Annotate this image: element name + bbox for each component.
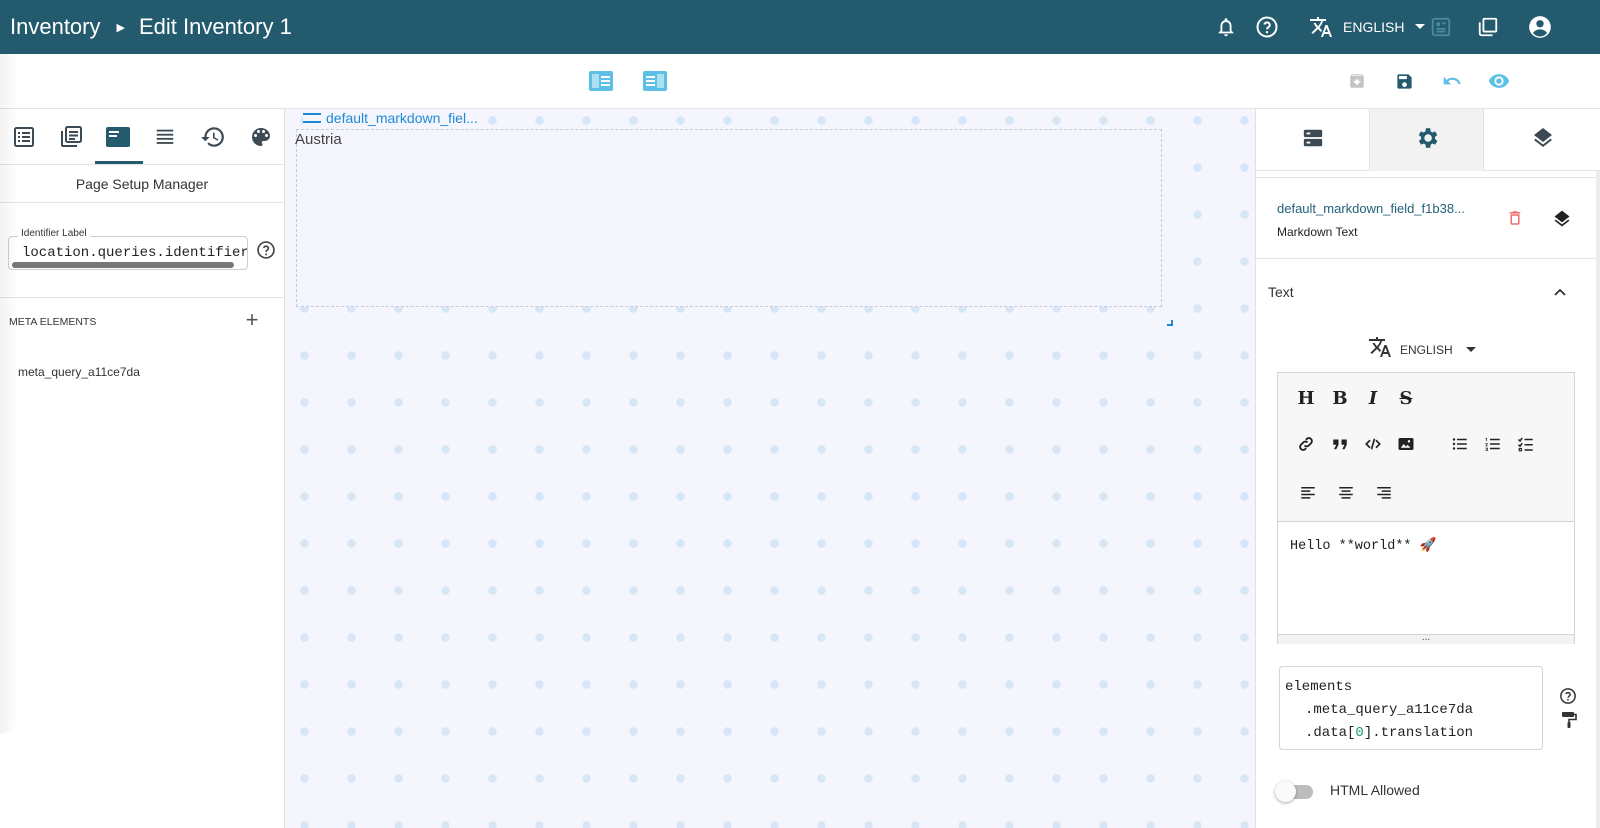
expression-line: .meta_query_a11ce7da — [1305, 702, 1474, 718]
expression-part: .data[ — [1305, 725, 1356, 741]
toggle-left-panel-icon[interactable] — [587, 67, 615, 95]
delete-icon[interactable] — [1506, 209, 1526, 229]
identifier-label: Identifier Label — [18, 228, 90, 239]
language-selector[interactable]: ENGLISH — [1368, 335, 1477, 364]
meta-item[interactable]: meta_query_a11ce7da — [18, 365, 140, 379]
breadcrumb-page: Edit Inventory 1 — [138, 14, 292, 39]
account-icon[interactable] — [1526, 13, 1554, 41]
palette-icon[interactable] — [245, 121, 277, 153]
data-icon — [1302, 127, 1324, 154]
right-panel: default_markdown_field_f1b38... Markdown… — [1255, 109, 1600, 828]
report-icon[interactable] — [1427, 13, 1455, 41]
expression-field[interactable]: elements .meta_query_a11ce7da .data[0].t… — [1279, 666, 1543, 750]
dropdown-icon — [1465, 341, 1477, 359]
bold-button[interactable]: B — [1328, 386, 1352, 410]
language-selector[interactable]: ENGLISH — [1307, 13, 1426, 41]
right-panel-tabs — [1256, 109, 1600, 171]
italic-button[interactable]: I — [1361, 386, 1385, 410]
heading-button[interactable]: H — [1294, 386, 1318, 410]
identifier-value[interactable]: location.queries.identifier — [22, 245, 247, 261]
layers-tab[interactable] — [1484, 109, 1600, 171]
drag-handle-icon[interactable] — [303, 113, 321, 123]
html-allowed-label: HTML Allowed — [1330, 782, 1420, 798]
align-left-icon[interactable] — [1296, 481, 1320, 505]
element-name: default_markdown_field_f1b38... — [1277, 201, 1465, 216]
strikethrough-button[interactable]: S — [1394, 386, 1418, 410]
multiselect-icon[interactable] — [1474, 13, 1502, 41]
meta-elements-title: META ELEMENTS — [9, 316, 97, 328]
element-header: default_markdown_field_f1b38... Markdown… — [1256, 177, 1600, 259]
library-icon[interactable] — [55, 121, 87, 153]
editor-toolbar: H B I S — [1278, 373, 1574, 522]
markdown-editor: H B I S Hello **world** 🚀 ... — [1277, 372, 1575, 644]
dropdown-icon — [1414, 18, 1426, 36]
html-allowed-toggle[interactable] — [1275, 780, 1317, 802]
expression-line: elements — [1285, 679, 1353, 695]
layers-icon[interactable] — [1552, 209, 1572, 229]
help-icon[interactable] — [1253, 13, 1281, 41]
align-right-icon[interactable] — [1372, 481, 1396, 505]
design-canvas[interactable]: default_markdown_fiel... Austria — [285, 109, 1255, 828]
language-label: ENGLISH — [1400, 342, 1453, 357]
divider — [0, 297, 284, 298]
expression-part: ].translation — [1363, 725, 1474, 741]
markdown-element[interactable] — [296, 129, 1173, 326]
left-panel: Page Setup Manager location.queries.iden… — [0, 109, 285, 828]
identifier-scrollbar[interactable] — [12, 262, 234, 268]
panel-scrollbar[interactable] — [1596, 171, 1600, 828]
breadcrumb-root[interactable]: Inventory — [10, 14, 101, 40]
panel-shadow — [0, 54, 18, 734]
expression-line: .data[0].translation — [1305, 725, 1473, 741]
resize-handle[interactable] — [1167, 320, 1173, 326]
archive-icon[interactable] — [1343, 67, 1371, 95]
save-icon[interactable] — [1390, 67, 1418, 95]
translate-icon — [1307, 13, 1335, 41]
preview-icon[interactable] — [1485, 67, 1513, 95]
bell-icon[interactable] — [1212, 13, 1240, 41]
code-icon[interactable] — [1361, 432, 1385, 456]
data-tab[interactable] — [1256, 109, 1370, 171]
chevron-up-icon[interactable] — [1552, 285, 1568, 301]
format-paint-icon[interactable] — [1561, 711, 1577, 729]
translate-icon — [1368, 335, 1392, 364]
undo-icon[interactable] — [1438, 67, 1466, 95]
language-label: ENGLISH — [1343, 19, 1405, 35]
bullet-list-icon[interactable] — [1448, 432, 1472, 456]
link-icon[interactable] — [1294, 432, 1318, 456]
element-type: Markdown Text — [1277, 225, 1358, 239]
active-tab-indicator — [95, 161, 143, 164]
element-content: Austria — [295, 131, 342, 148]
help-icon[interactable] — [1559, 687, 1579, 707]
expression-index: 0 — [1355, 725, 1364, 741]
editor-resize-grip[interactable]: ... — [1278, 633, 1574, 644]
history-icon[interactable] — [197, 121, 229, 153]
identifier-field[interactable]: location.queries.identifier — [8, 236, 248, 270]
checklist-icon[interactable] — [1514, 432, 1538, 456]
lines-icon[interactable] — [149, 121, 181, 153]
help-icon[interactable] — [256, 240, 276, 260]
element-tag[interactable]: default_markdown_fiel... — [303, 109, 484, 127]
settings-icon — [1414, 125, 1440, 156]
editor-toolbar — [0, 54, 1600, 109]
page-setup-icon[interactable] — [102, 121, 134, 153]
add-icon[interactable]: + — [242, 307, 262, 332]
layers-icon — [1531, 126, 1555, 155]
settings-tab[interactable] — [1370, 109, 1484, 171]
align-center-icon[interactable] — [1334, 481, 1358, 505]
element-tag-label: default_markdown_fiel... — [326, 110, 478, 126]
left-panel-tabs — [0, 109, 284, 165]
section-title: Text — [1268, 284, 1294, 300]
toggle-right-panel-icon[interactable] — [641, 67, 669, 95]
image-icon[interactable] — [1394, 432, 1418, 456]
editor-content[interactable]: Hello **world** 🚀 — [1290, 537, 1436, 554]
toggle-knob — [1275, 781, 1296, 802]
breadcrumb-separator-icon: ▶ — [116, 21, 125, 34]
numbered-list-icon[interactable] — [1481, 432, 1505, 456]
panel-title: Page Setup Manager — [0, 165, 284, 203]
app-header: Inventory ▶ Edit Inventory 1 ENGLISH — [0, 0, 1600, 54]
quote-icon[interactable] — [1328, 432, 1352, 456]
